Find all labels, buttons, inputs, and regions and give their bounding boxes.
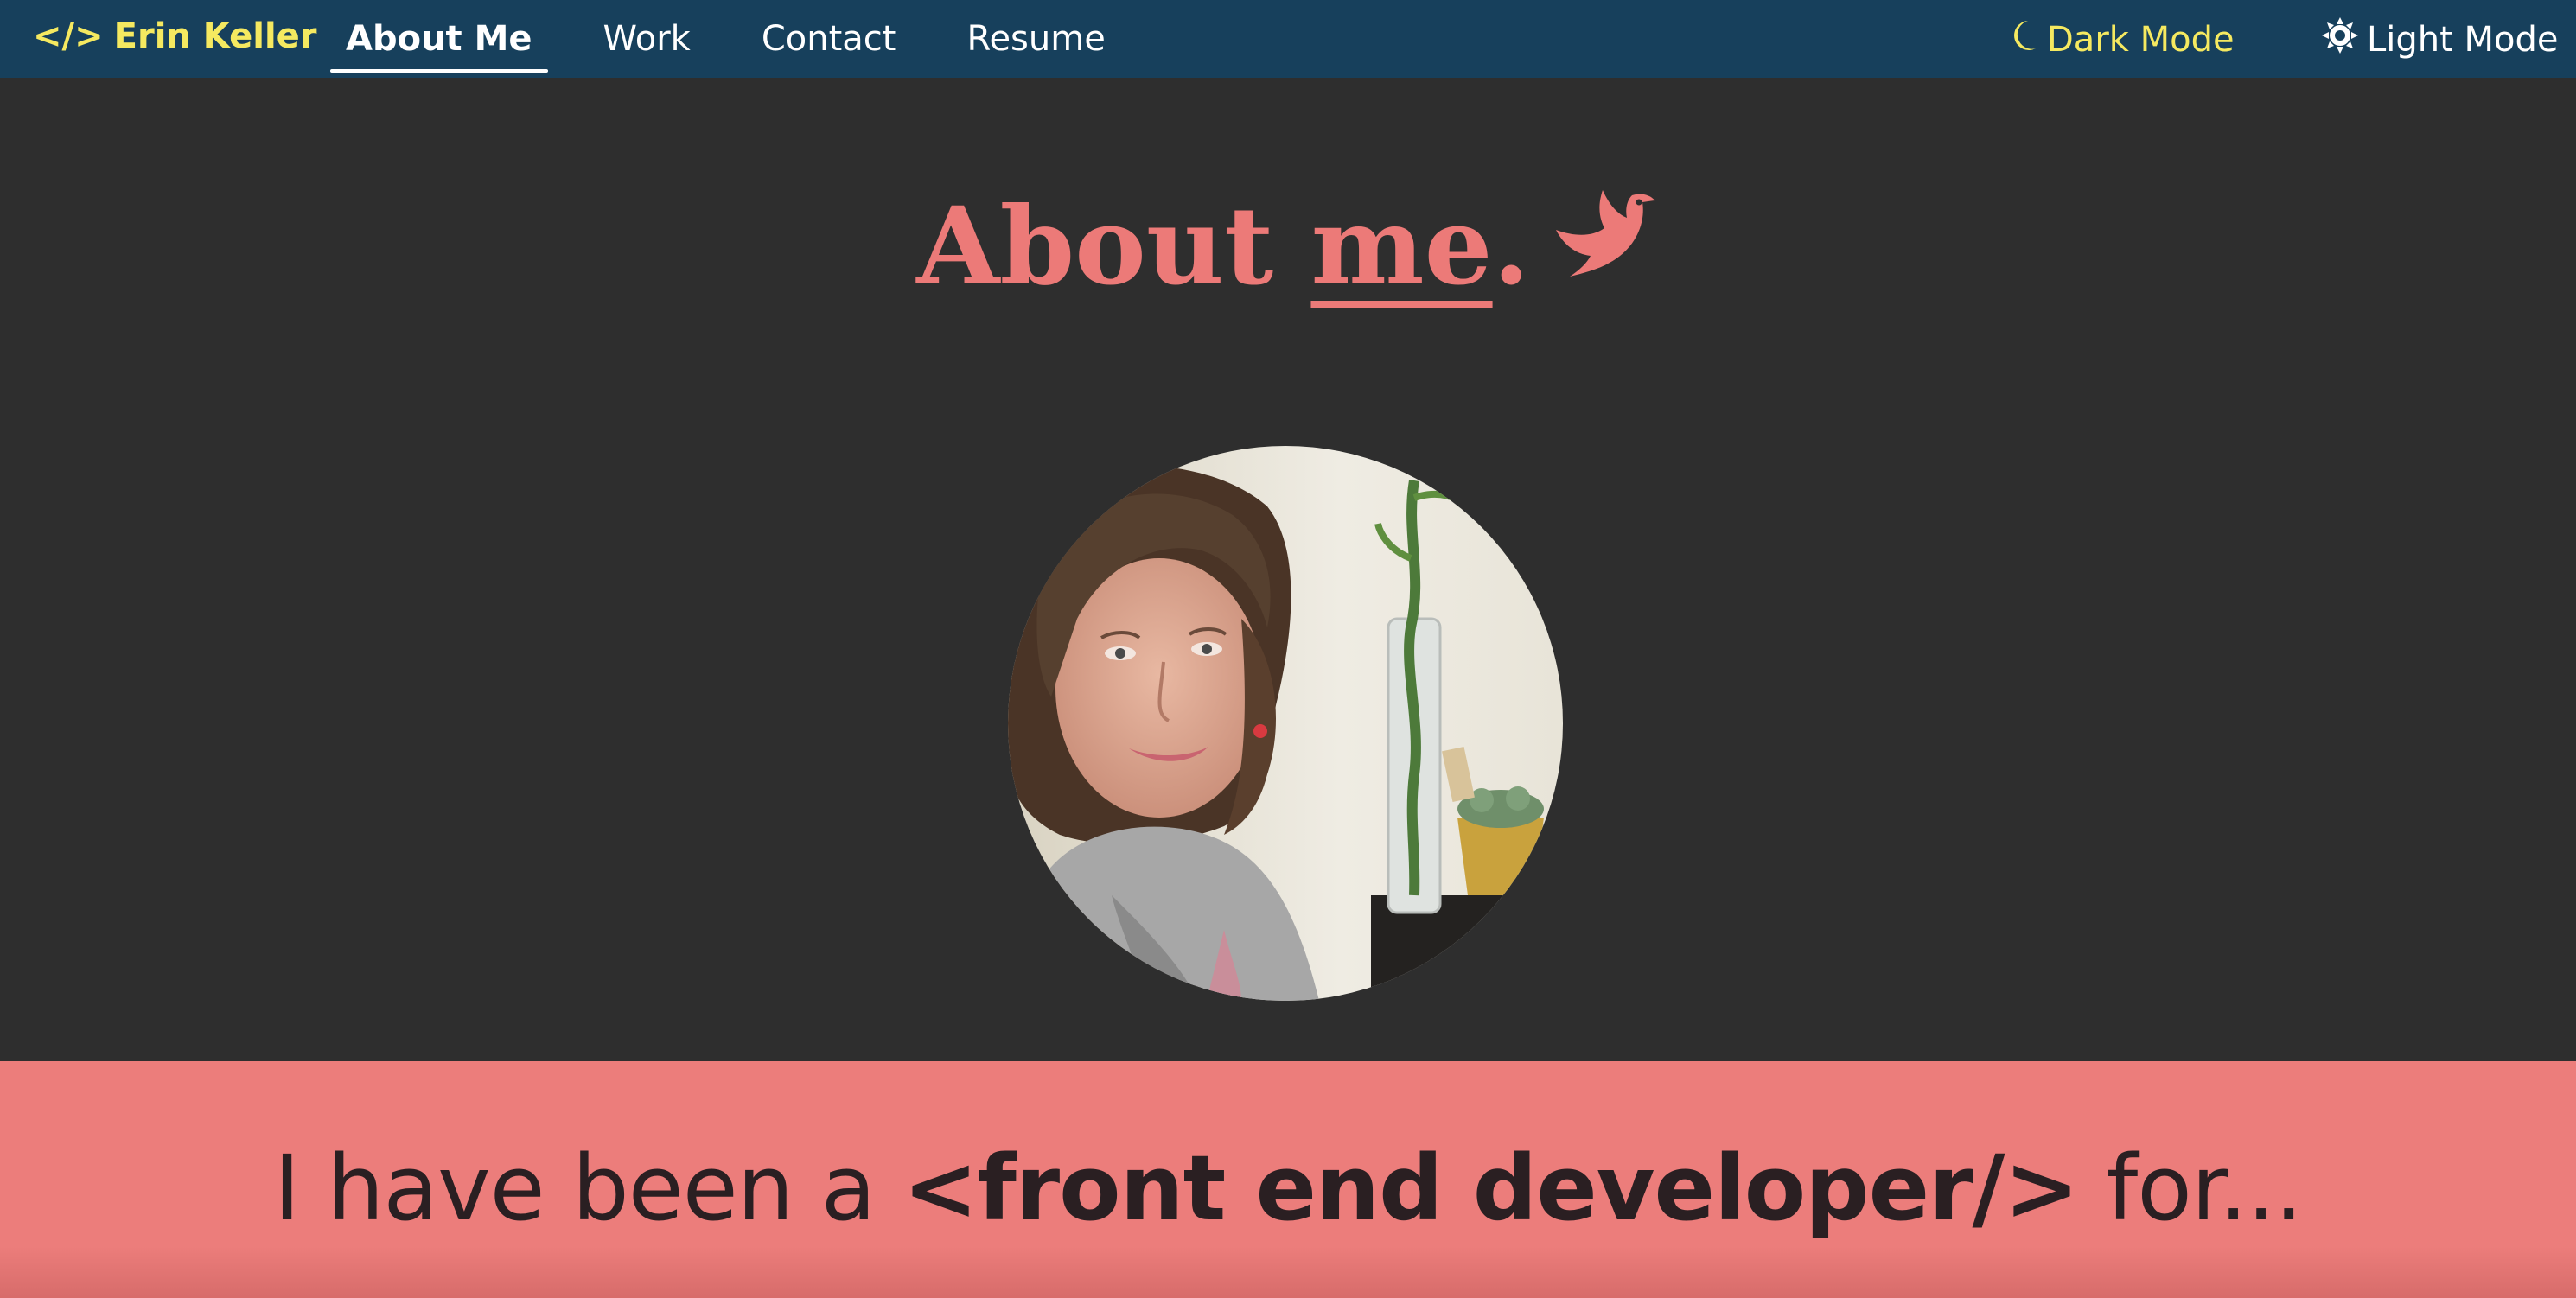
code-brackets-icon: </> [33,16,104,56]
brand-name: Erin Keller [113,16,317,56]
intro-text-after: for... [2078,1136,2304,1241]
nav-links: About Me Work Contact Resume [330,0,1161,78]
dove-icon [1549,169,1660,325]
intro-text-before: I have been a [273,1136,903,1241]
light-mode-button[interactable]: Light Mode [2322,16,2559,64]
page-title: About me. [0,169,2576,325]
title-part2: . [1492,184,1530,309]
nav-link-resume[interactable]: Resume [951,0,1120,78]
intro-banner: I have been a <front end developer/> for… [0,1061,2576,1298]
title-part1: About [916,184,1311,309]
sun-icon [2322,17,2358,62]
dark-mode-label: Dark Mode [2047,20,2235,60]
nav-link-about-me[interactable]: About Me [330,0,548,78]
intro-text-highlight: <front end developer/> [902,1136,2079,1241]
dark-mode-button[interactable]: Dark Mode [2009,16,2235,64]
profile-photo [1008,446,1563,1001]
top-navbar: </> Erin Keller About Me Work Contact Re… [0,0,2576,78]
title-emphasis: me [1310,184,1493,309]
banner-shadow [0,1246,2576,1298]
moon-icon [2009,18,2038,61]
brand-link[interactable]: </> Erin Keller [33,12,317,60]
intro-text: I have been a <front end developer/> for… [0,1132,2576,1244]
nav-link-work[interactable]: Work [588,0,706,78]
light-mode-label: Light Mode [2367,20,2559,60]
nav-link-contact[interactable]: Contact [746,0,912,78]
